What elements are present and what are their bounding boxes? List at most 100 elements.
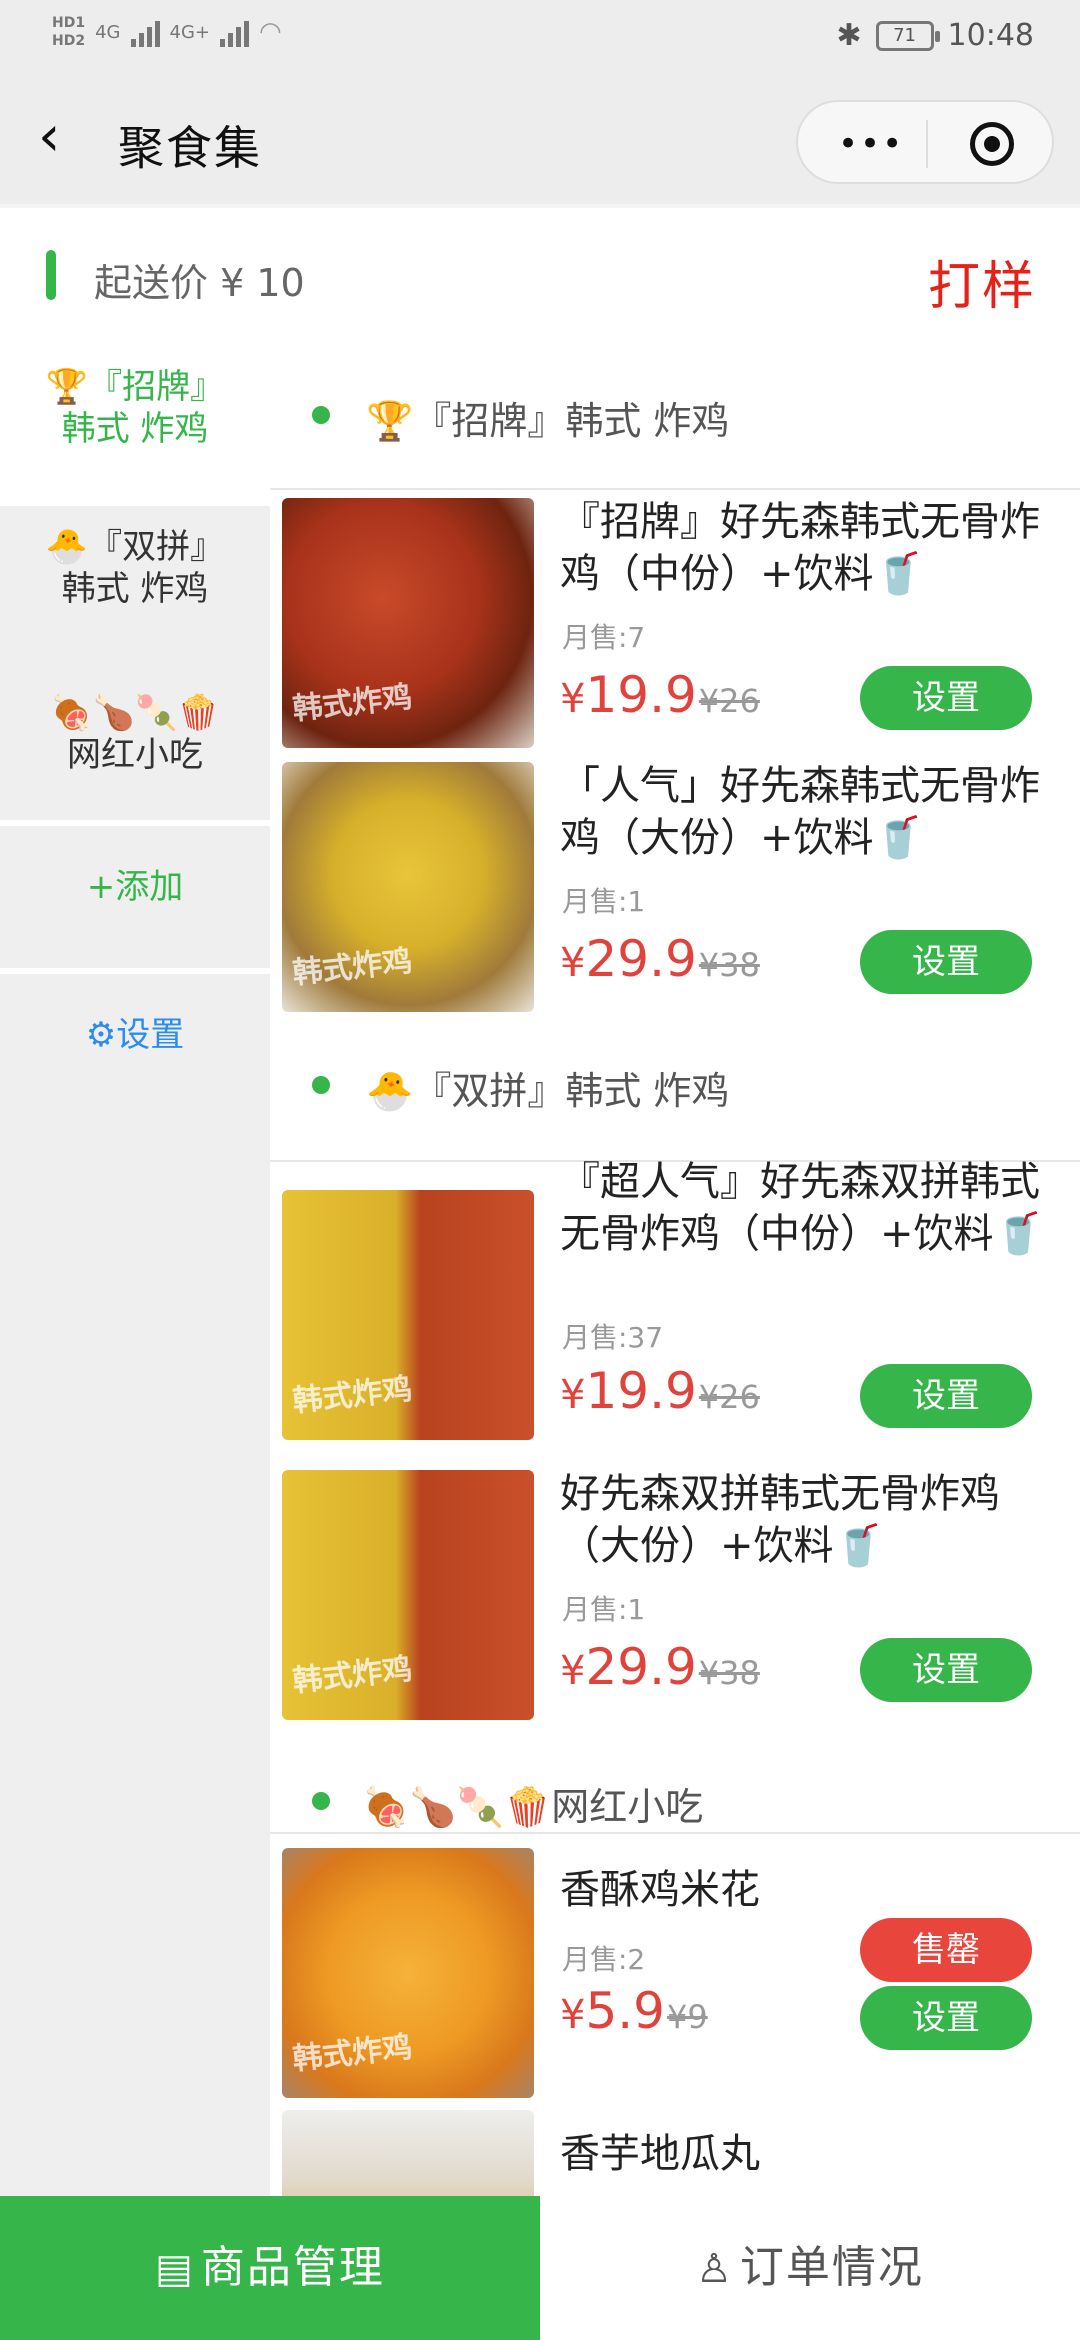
nav-bar: ‹ 聚食集 •••	[0, 72, 1080, 204]
price-value: 29.9	[585, 1638, 697, 1696]
product-name: 香酥鸡米花	[560, 1867, 760, 1913]
page-title: 聚食集	[118, 121, 262, 175]
shop-status-row: 起送价 ¥ 10 打样	[0, 208, 1080, 346]
chevron-left-icon[interactable]: ‹	[38, 109, 78, 168]
signal-icon-2	[219, 17, 249, 47]
currency-symbol: ¥	[560, 1992, 586, 2038]
tab-label: 订单情况	[739, 2242, 924, 2293]
sidebar-item-line1: 🏆『招牌』	[0, 366, 270, 408]
product-name: 『招牌』好先森韩式无骨炸鸡（中份）+饮料🥤	[560, 499, 1040, 597]
settings-button[interactable]: 设置	[860, 930, 1032, 994]
currency-symbol: ¥	[560, 676, 586, 722]
clock: 10:48	[947, 18, 1034, 53]
product-list[interactable]: 🏆『招牌』韩式 炸鸡 韩式炸鸡 『招牌』好先森韩式无骨炸鸡（中份）+饮料🥤 月售…	[270, 346, 1080, 2196]
mini-program-capsule: •••	[796, 100, 1054, 184]
product-price: ¥19.9¥26	[560, 666, 760, 724]
currency-symbol: ¥	[560, 1372, 586, 1418]
more-dots-icon[interactable]: •••	[838, 124, 904, 164]
sidebar-divider	[0, 820, 270, 826]
category-title: 🏆『招牌』韩式 炸鸡	[366, 399, 730, 443]
original-price: ¥26	[698, 682, 760, 720]
snacks-icon: 🍖🍗🍡🍿	[50, 693, 220, 733]
product-image: 韩式炸鸡	[282, 498, 534, 748]
network-indicators: HD1 HD2 4G 4G+ ◠	[52, 14, 282, 50]
currency-symbol: ¥	[560, 940, 586, 986]
trophy-icon: 🏆	[45, 367, 89, 407]
category-title: 🍖🍗🍡🍿网红小吃	[362, 1785, 704, 1829]
network-type-1: 4G	[95, 21, 121, 43]
bullet-icon	[312, 1792, 330, 1810]
tab-label: 商品管理	[200, 2242, 385, 2293]
product-item[interactable]: 韩式炸鸡 『超人气』好先森双拼韩式无骨炸鸡（中份）+饮料🥤 月售:37 ¥19.…	[270, 1159, 1080, 1458]
original-price: ¥38	[698, 1654, 760, 1692]
price-value: 5.9	[585, 1982, 665, 2040]
sidebar-item-label-2: 韩式 炸鸡	[61, 569, 209, 609]
sidebar-item-label-2: 韩式 炸鸡	[61, 409, 209, 449]
sidebar-item-label: 『双拼』	[88, 527, 225, 567]
bullet-icon	[312, 406, 330, 424]
accent-bar	[46, 250, 56, 300]
store-icon: ▤	[155, 2246, 195, 2292]
product-image: 韩式炸鸡	[282, 1848, 534, 2098]
sidebar-item-label: 『招牌』	[88, 367, 225, 407]
min-order-price: 起送价 ¥ 10	[94, 261, 305, 305]
sidebar-divider	[0, 968, 270, 974]
original-price: ¥9	[666, 1998, 708, 2036]
signal-icon	[130, 17, 160, 47]
product-item[interactable]: 韩式炸鸡 香酥鸡米花 月售:2 ¥5.9¥9 售罄 设置	[270, 1836, 1080, 2098]
product-name: 「人气」好先森韩式无骨炸鸡（大份）+饮料🥤	[560, 763, 1040, 861]
add-category-button[interactable]: +添加	[0, 866, 270, 926]
settings-button[interactable]: 设置	[860, 1638, 1032, 1702]
product-image	[282, 2110, 534, 2196]
product-image: 韩式炸鸡	[282, 762, 534, 1012]
capsule-divider	[926, 120, 928, 168]
monthly-sales: 月售:37	[562, 1321, 664, 1354]
settings-button[interactable]: 设置	[860, 666, 1032, 730]
settings-button[interactable]: 设置	[860, 1364, 1032, 1428]
network-type-2: 4G+	[169, 21, 210, 43]
price-value: 19.9	[585, 1362, 697, 1420]
sidebar-item-snacks[interactable]: 🍖🍗🍡🍿 网红小吃	[0, 692, 270, 812]
tab-orders[interactable]: ♙ 订单情况	[540, 2196, 1080, 2340]
shop-status-toggle[interactable]: 打样	[928, 244, 1036, 319]
category-header: 🏆『招牌』韩式 炸鸡	[270, 346, 1080, 486]
monthly-sales: 月售:1	[562, 885, 646, 918]
wifi-icon: ◠	[258, 17, 282, 47]
product-price: ¥19.9¥26	[560, 1362, 760, 1420]
sold-out-button[interactable]: 售罄	[860, 1918, 1032, 1982]
taro-ball-photo	[282, 2110, 534, 2196]
product-item[interactable]: 香芋地瓜丸	[270, 2102, 1080, 2196]
status-bar: HD1 HD2 4G 4G+ ◠ ✱ 71 10:48	[0, 0, 1080, 72]
chick-icon: 🐣	[45, 527, 89, 567]
monthly-sales: 月售:1	[562, 1593, 646, 1626]
category-settings-button[interactable]: ⚙设置	[0, 1014, 270, 1074]
product-item[interactable]: 韩式炸鸡 好先森双拼韩式无骨炸鸡（大份）+饮料🥤 月售:1 ¥29.9¥38 设…	[270, 1462, 1080, 1724]
category-title: 🐣『双拼』韩式 炸鸡	[366, 1069, 730, 1113]
monthly-sales: 月售:2	[562, 1943, 646, 1976]
tab-product-management[interactable]: ▤ 商品管理	[0, 2196, 540, 2340]
category-sidebar: 🏆『招牌』 韩式 炸鸡 🐣『双拼』 韩式 炸鸡 🍖🍗🍡🍿 网红小吃 +添加 ⚙设…	[0, 346, 270, 2196]
settings-label: 设置	[116, 1015, 185, 1055]
bluetooth-icon: ✱	[836, 18, 862, 53]
product-price: ¥29.9¥38	[560, 930, 760, 988]
sidebar-item-double[interactable]: 🐣『双拼』 韩式 炸鸡	[0, 526, 270, 646]
product-item[interactable]: 韩式炸鸡 『招牌』好先森韩式无骨炸鸡（中份）+饮料🥤 月售:7 ¥19.9¥26…	[270, 490, 1080, 752]
screen: HD1 HD2 4G 4G+ ◠ ✱ 71 10:48 ‹ 聚食集 ••• 起送价…	[0, 0, 1080, 2340]
status-right: ✱ 71 10:48	[836, 18, 1034, 53]
hd-icon: HD1 HD2	[52, 15, 86, 49]
product-price: ¥29.9¥38	[560, 1638, 760, 1696]
sidebar-item-signature[interactable]: 🏆『招牌』 韩式 炸鸡	[0, 346, 270, 506]
product-item[interactable]: 韩式炸鸡 「人气」好先森韩式无骨炸鸡（大份）+饮料🥤 月售:1 ¥29.9¥38…	[270, 754, 1080, 1016]
product-price: ¥5.9¥9	[560, 1982, 708, 2040]
category-header: 🐣『双拼』韩式 炸鸡	[270, 1016, 1080, 1156]
original-price: ¥26	[698, 1378, 760, 1416]
price-value: 19.9	[585, 666, 697, 724]
product-name: 好先森双拼韩式无骨炸鸡（大份）+饮料🥤	[560, 1471, 1000, 1569]
target-icon[interactable]	[970, 122, 1014, 166]
product-name: 香芋地瓜丸	[560, 2131, 760, 2177]
settings-button[interactable]: 设置	[860, 1986, 1032, 2050]
currency-symbol: ¥	[560, 1648, 586, 1694]
sidebar-item-line1: 🐣『双拼』	[0, 526, 270, 568]
product-image: 韩式炸鸡	[282, 1190, 534, 1440]
divider	[270, 1832, 1080, 1834]
